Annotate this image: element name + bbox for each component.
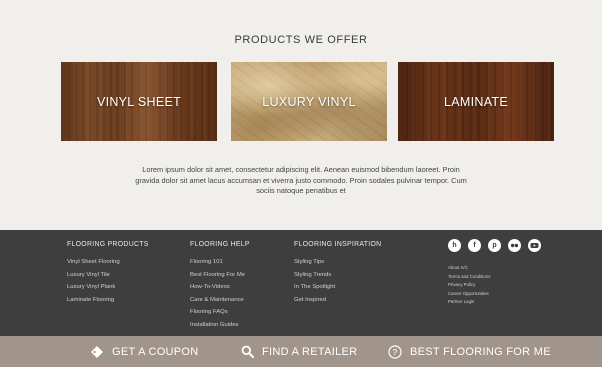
footer-link[interactable]: Care & Maintenance <box>190 294 250 307</box>
footer-link[interactable]: Flooring FAQs <box>190 306 250 319</box>
tile-label: LUXURY VINYL <box>262 94 356 109</box>
svg-text:?: ? <box>392 347 397 357</box>
footer-link[interactable]: How-To-Videos <box>190 281 250 294</box>
footer-link[interactable]: Flooring 101 <box>190 256 250 269</box>
flickr-icon[interactable] <box>508 239 521 252</box>
best-flooring-button[interactable]: ? BEST FLOORING FOR ME <box>388 336 551 367</box>
pinterest-icon[interactable]: p <box>488 239 501 252</box>
footer-column-heading: FLOORING HELP <box>190 241 250 248</box>
houzz-icon[interactable]: h <box>448 239 461 252</box>
youtube-icon[interactable] <box>528 239 541 252</box>
footer-link[interactable]: Luxury Vinyl Tile <box>67 269 149 282</box>
find-retailer-button[interactable]: FIND A RETAILER <box>241 336 357 367</box>
footer-link[interactable]: Styling Tips <box>294 256 381 269</box>
footer-column-products: FLOORING PRODUCTS Vinyl Sheet Flooring L… <box>67 241 149 306</box>
footer-small-link[interactable]: Career Opportunities <box>448 290 490 299</box>
footer-small-link[interactable]: Partner Login <box>448 298 490 307</box>
products-description: Lorem ipsum dolor sit amet, consectetur … <box>135 165 467 195</box>
tile-label: VINYL SHEET <box>96 94 182 109</box>
facebook-icon[interactable]: f <box>468 239 481 252</box>
footer-small-link[interactable]: Terms and Conditions <box>448 273 490 282</box>
best-flooring-label: BEST FLOORING FOR ME <box>410 345 551 358</box>
footer-link[interactable]: Best Flooring For Me <box>190 269 250 282</box>
footer: FLOORING PRODUCTS Vinyl Sheet Flooring L… <box>0 230 602 336</box>
footer-link[interactable]: Laminate Flooring <box>67 294 149 307</box>
get-coupon-button[interactable]: GET A COUPON <box>90 336 199 367</box>
tile-vinyl-sheet[interactable]: VINYL SHEET <box>61 62 217 141</box>
footer-link[interactable]: Luxury Vinyl Plank <box>67 281 149 294</box>
footer-link[interactable]: Styling Trends <box>294 269 381 282</box>
tile-luxury-vinyl[interactable]: LUXURY VINYL <box>231 62 387 141</box>
footer-column-inspiration: FLOORING INSPIRATION Styling Tips Stylin… <box>294 241 381 306</box>
footer-link[interactable]: Installation Guides <box>190 319 250 332</box>
tag-icon <box>91 345 103 358</box>
footer-small-links: About IVC Terms and Conditions Privacy P… <box>448 264 490 307</box>
tile-laminate[interactable]: LAMINATE <box>398 62 554 141</box>
footer-link[interactable]: In The Spotlight <box>294 281 381 294</box>
footer-column-heading: FLOORING INSPIRATION <box>294 241 382 248</box>
products-section: PRODUCTS WE OFFER VINYL SHEET LUXURY VIN… <box>0 0 602 230</box>
footer-column-help: FLOORING HELP Flooring 101 Best Flooring… <box>190 241 250 332</box>
footer-small-link[interactable]: Privacy Policy <box>448 281 490 290</box>
get-coupon-label: GET A COUPON <box>112 345 199 358</box>
tile-label: LAMINATE <box>444 94 508 109</box>
footer-small-link[interactable]: About IVC <box>448 264 490 273</box>
section-title: PRODUCTS WE OFFER <box>234 34 368 46</box>
search-icon <box>241 345 254 358</box>
footer-link[interactable]: Vinyl Sheet Flooring <box>67 256 149 269</box>
footer-column-heading: FLOORING PRODUCTS <box>67 241 149 248</box>
question-circle-icon: ? <box>388 344 402 359</box>
find-retailer-label: FIND A RETAILER <box>262 345 358 358</box>
social-links: h f p <box>448 239 541 252</box>
bottom-cta-bar: GET A COUPON FIND A RETAILER ? BEST FLOO… <box>0 336 602 367</box>
footer-link[interactable]: Get Inspired <box>294 294 381 307</box>
